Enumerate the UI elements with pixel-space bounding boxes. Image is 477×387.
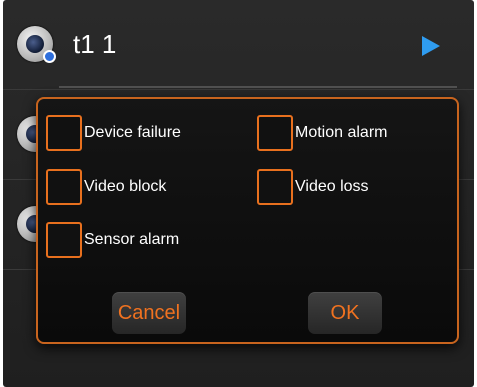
- camera-lens: [26, 35, 44, 53]
- checkbox[interactable]: [257, 169, 293, 205]
- option-label: Device failure: [84, 124, 181, 141]
- checkbox[interactable]: [46, 169, 82, 205]
- option-video-block[interactable]: Video block: [46, 169, 166, 205]
- option-label: Sensor alarm: [84, 231, 180, 248]
- option-device-failure[interactable]: Device failure: [46, 115, 181, 151]
- device-name: t1 1: [73, 29, 117, 59]
- option-motion-alarm[interactable]: Motion alarm: [257, 115, 387, 151]
- option-video-loss[interactable]: Video loss: [257, 169, 369, 205]
- option-label: Video loss: [295, 178, 369, 195]
- ok-button[interactable]: OK: [308, 292, 382, 334]
- option-label: Motion alarm: [295, 124, 388, 141]
- camera-icon: [17, 26, 56, 63]
- device-row[interactable]: t1 1: [3, 0, 474, 90]
- alarm-type-dialog: Device failure Motion alarm Video block …: [36, 97, 459, 344]
- checkbox[interactable]: [46, 222, 82, 258]
- play-arrow-icon[interactable]: [422, 36, 440, 56]
- device-list-screen: t1 1 Device failure Motion alarm Video b…: [3, 0, 474, 387]
- option-label: Video block: [84, 178, 167, 195]
- divider: [59, 86, 457, 88]
- checkbox[interactable]: [257, 115, 293, 151]
- option-sensor-alarm[interactable]: Sensor alarm: [46, 222, 179, 258]
- online-dot-icon: [43, 50, 56, 63]
- cancel-button[interactable]: Cancel: [112, 292, 186, 334]
- checkbox[interactable]: [46, 115, 82, 151]
